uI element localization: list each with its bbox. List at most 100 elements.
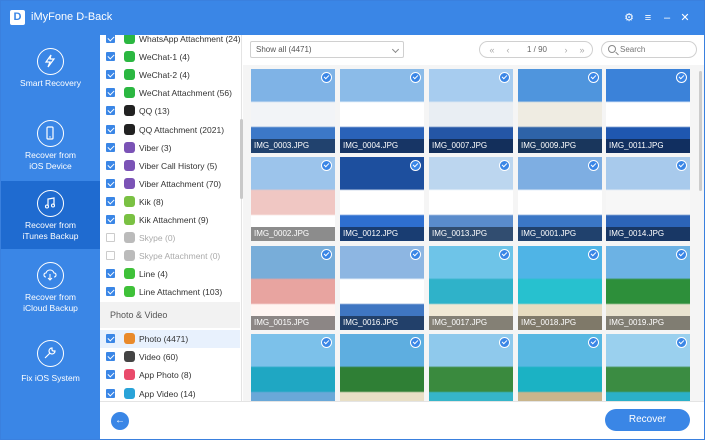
photo-thumbnail[interactable]: IMG_0012.JPG: [340, 157, 424, 241]
category-checkbox[interactable]: [106, 160, 115, 170]
photo-thumbnail[interactable]: IMG_0015.JPG: [251, 246, 335, 330]
photo-thumbnail[interactable]: IMG_0009.JPG: [518, 69, 602, 153]
last-page-icon[interactable]: »: [576, 44, 588, 56]
category-checkbox[interactable]: [106, 352, 115, 362]
category-checkbox[interactable]: [106, 142, 115, 152]
photo-thumbnail[interactable]: IMG_0017.JPG: [429, 246, 513, 330]
category-item[interactable]: Video (60): [100, 348, 240, 366]
checkmark-icon[interactable]: [410, 160, 421, 171]
photo-thumbnail[interactable]: IMG_0002.JPG: [251, 157, 335, 241]
checkmark-icon[interactable]: [321, 160, 332, 171]
photo-thumbnail[interactable]: IMG_0013.JPG: [429, 157, 513, 241]
prev-page-icon[interactable]: ‹: [502, 44, 514, 56]
photo-thumbnail[interactable]: IMG_0001.JPG: [518, 157, 602, 241]
nav-recover-ios-device[interactable]: Recover from iOS Device: [1, 111, 100, 179]
photo-thumbnail[interactable]: IMG_0011.JPG: [606, 69, 690, 153]
checkmark-icon[interactable]: [499, 72, 510, 83]
category-item[interactable]: App Photo (8): [100, 366, 240, 384]
category-item[interactable]: Kik Attachment (9): [100, 211, 240, 229]
photo-thumbnail[interactable]: IMG_0003.JPG: [251, 69, 335, 153]
checkmark-icon[interactable]: [588, 249, 599, 260]
category-checkbox[interactable]: [106, 233, 115, 243]
category-item[interactable]: WeChat-2 (4): [100, 66, 240, 84]
category-item[interactable]: QQ (13): [100, 102, 240, 120]
photo-thumbnail[interactable]: [518, 334, 602, 401]
photo-thumbnail[interactable]: IMG_0016.JPG: [340, 246, 424, 330]
photo-thumbnail[interactable]: IMG_0014.JPG: [606, 157, 690, 241]
category-item[interactable]: WhatsApp Attachment (24): [100, 35, 241, 48]
category-item[interactable]: WeChat Attachment (56): [100, 84, 240, 102]
checkmark-icon[interactable]: [499, 249, 510, 260]
category-checkbox[interactable]: [106, 388, 115, 398]
category-checkbox[interactable]: [106, 334, 115, 343]
category-checkbox[interactable]: [106, 52, 115, 62]
checkmark-icon[interactable]: [588, 72, 599, 83]
category-checkbox[interactable]: [106, 70, 115, 80]
category-item[interactable]: App Video (14): [100, 385, 240, 401]
checkmark-icon[interactable]: [588, 337, 599, 348]
checkmark-icon[interactable]: [499, 160, 510, 171]
checkmark-icon[interactable]: [410, 72, 421, 83]
minimize-icon[interactable]: –: [660, 11, 674, 25]
checkmark-icon[interactable]: [410, 249, 421, 260]
category-checkbox[interactable]: [106, 251, 115, 261]
category-item[interactable]: Skype (0): [100, 229, 240, 247]
checkmark-icon[interactable]: [676, 72, 687, 83]
category-checkbox[interactable]: [106, 106, 115, 116]
checkmark-icon[interactable]: [499, 337, 510, 348]
checkmark-icon[interactable]: [676, 249, 687, 260]
close-icon[interactable]: ✕: [678, 11, 692, 25]
settings-icon[interactable]: ⚙: [622, 11, 636, 25]
photo-thumbnail[interactable]: IMG_0007.JPG: [429, 69, 513, 153]
menu-icon[interactable]: ≡: [641, 11, 655, 25]
category-checkbox[interactable]: [106, 178, 115, 188]
photo-thumbnail[interactable]: [606, 334, 690, 401]
photo-thumbnail[interactable]: IMG_0018.JPG: [518, 246, 602, 330]
checkmark-icon[interactable]: [410, 337, 421, 348]
video-icon: [124, 351, 135, 363]
category-item[interactable]: Skype Attachment (0): [100, 247, 240, 265]
category-checkbox[interactable]: [106, 215, 115, 224]
first-page-icon[interactable]: «: [486, 44, 498, 56]
category-checkbox[interactable]: [106, 124, 115, 134]
photo-filename: IMG_0018.JPG: [518, 316, 602, 330]
nav-fix-ios-system[interactable]: Fix iOS System: [1, 331, 100, 399]
category-item[interactable]: Kik (8): [100, 193, 240, 211]
category-item[interactable]: Viber Call History (5): [100, 157, 240, 175]
recover-button[interactable]: Recover: [605, 409, 690, 431]
photo-thumbnail[interactable]: [429, 334, 513, 401]
nav-smart-recovery[interactable]: Smart Recovery: [1, 39, 100, 107]
photo-thumbnail[interactable]: [340, 334, 424, 401]
checkmark-icon[interactable]: [676, 337, 687, 348]
photo-thumbnail[interactable]: IMG_0004.JPG: [340, 69, 424, 153]
category-item[interactable]: Line (4): [100, 265, 240, 283]
checkmark-icon[interactable]: [321, 72, 332, 83]
title-bar: D iMyFone D-Back ⚙ ≡ – ✕: [1, 1, 704, 35]
category-checkbox[interactable]: [106, 196, 115, 206]
nav-recover-icloud-backup[interactable]: Recover from iCloud Backup: [1, 253, 100, 321]
photo-thumbnail[interactable]: IMG_0019.JPG: [606, 246, 690, 330]
category-checkbox[interactable]: [106, 287, 115, 297]
category-item[interactable]: WeChat-1 (4): [100, 48, 240, 66]
category-label: Viber Call History (5): [139, 160, 218, 171]
grid-scrollbar[interactable]: [699, 71, 702, 191]
back-button[interactable]: ←: [111, 412, 129, 430]
checkmark-icon[interactable]: [321, 337, 332, 348]
photo-thumbnail[interactable]: [251, 334, 335, 401]
category-item[interactable]: Line Attachment (103): [100, 283, 240, 301]
category-item[interactable]: Viber Attachment (70): [100, 175, 240, 193]
category-item[interactable]: QQ Attachment (2021): [100, 121, 240, 139]
category-item[interactable]: Viber (3): [100, 139, 240, 157]
search-input[interactable]: [620, 43, 692, 56]
category-item[interactable]: Photo (4471): [100, 330, 240, 348]
category-checkbox[interactable]: [106, 370, 115, 380]
next-page-icon[interactable]: ›: [560, 44, 572, 56]
checkmark-icon[interactable]: [321, 249, 332, 260]
filter-dropdown[interactable]: Show all (4471): [250, 41, 404, 58]
checkmark-icon[interactable]: [588, 160, 599, 171]
category-checkbox[interactable]: [106, 269, 115, 279]
category-checkbox[interactable]: [106, 88, 115, 98]
category-checkbox[interactable]: [106, 35, 115, 43]
nav-recover-itunes-backup[interactable]: Recover from iTunes Backup: [1, 181, 100, 249]
checkmark-icon[interactable]: [676, 160, 687, 171]
